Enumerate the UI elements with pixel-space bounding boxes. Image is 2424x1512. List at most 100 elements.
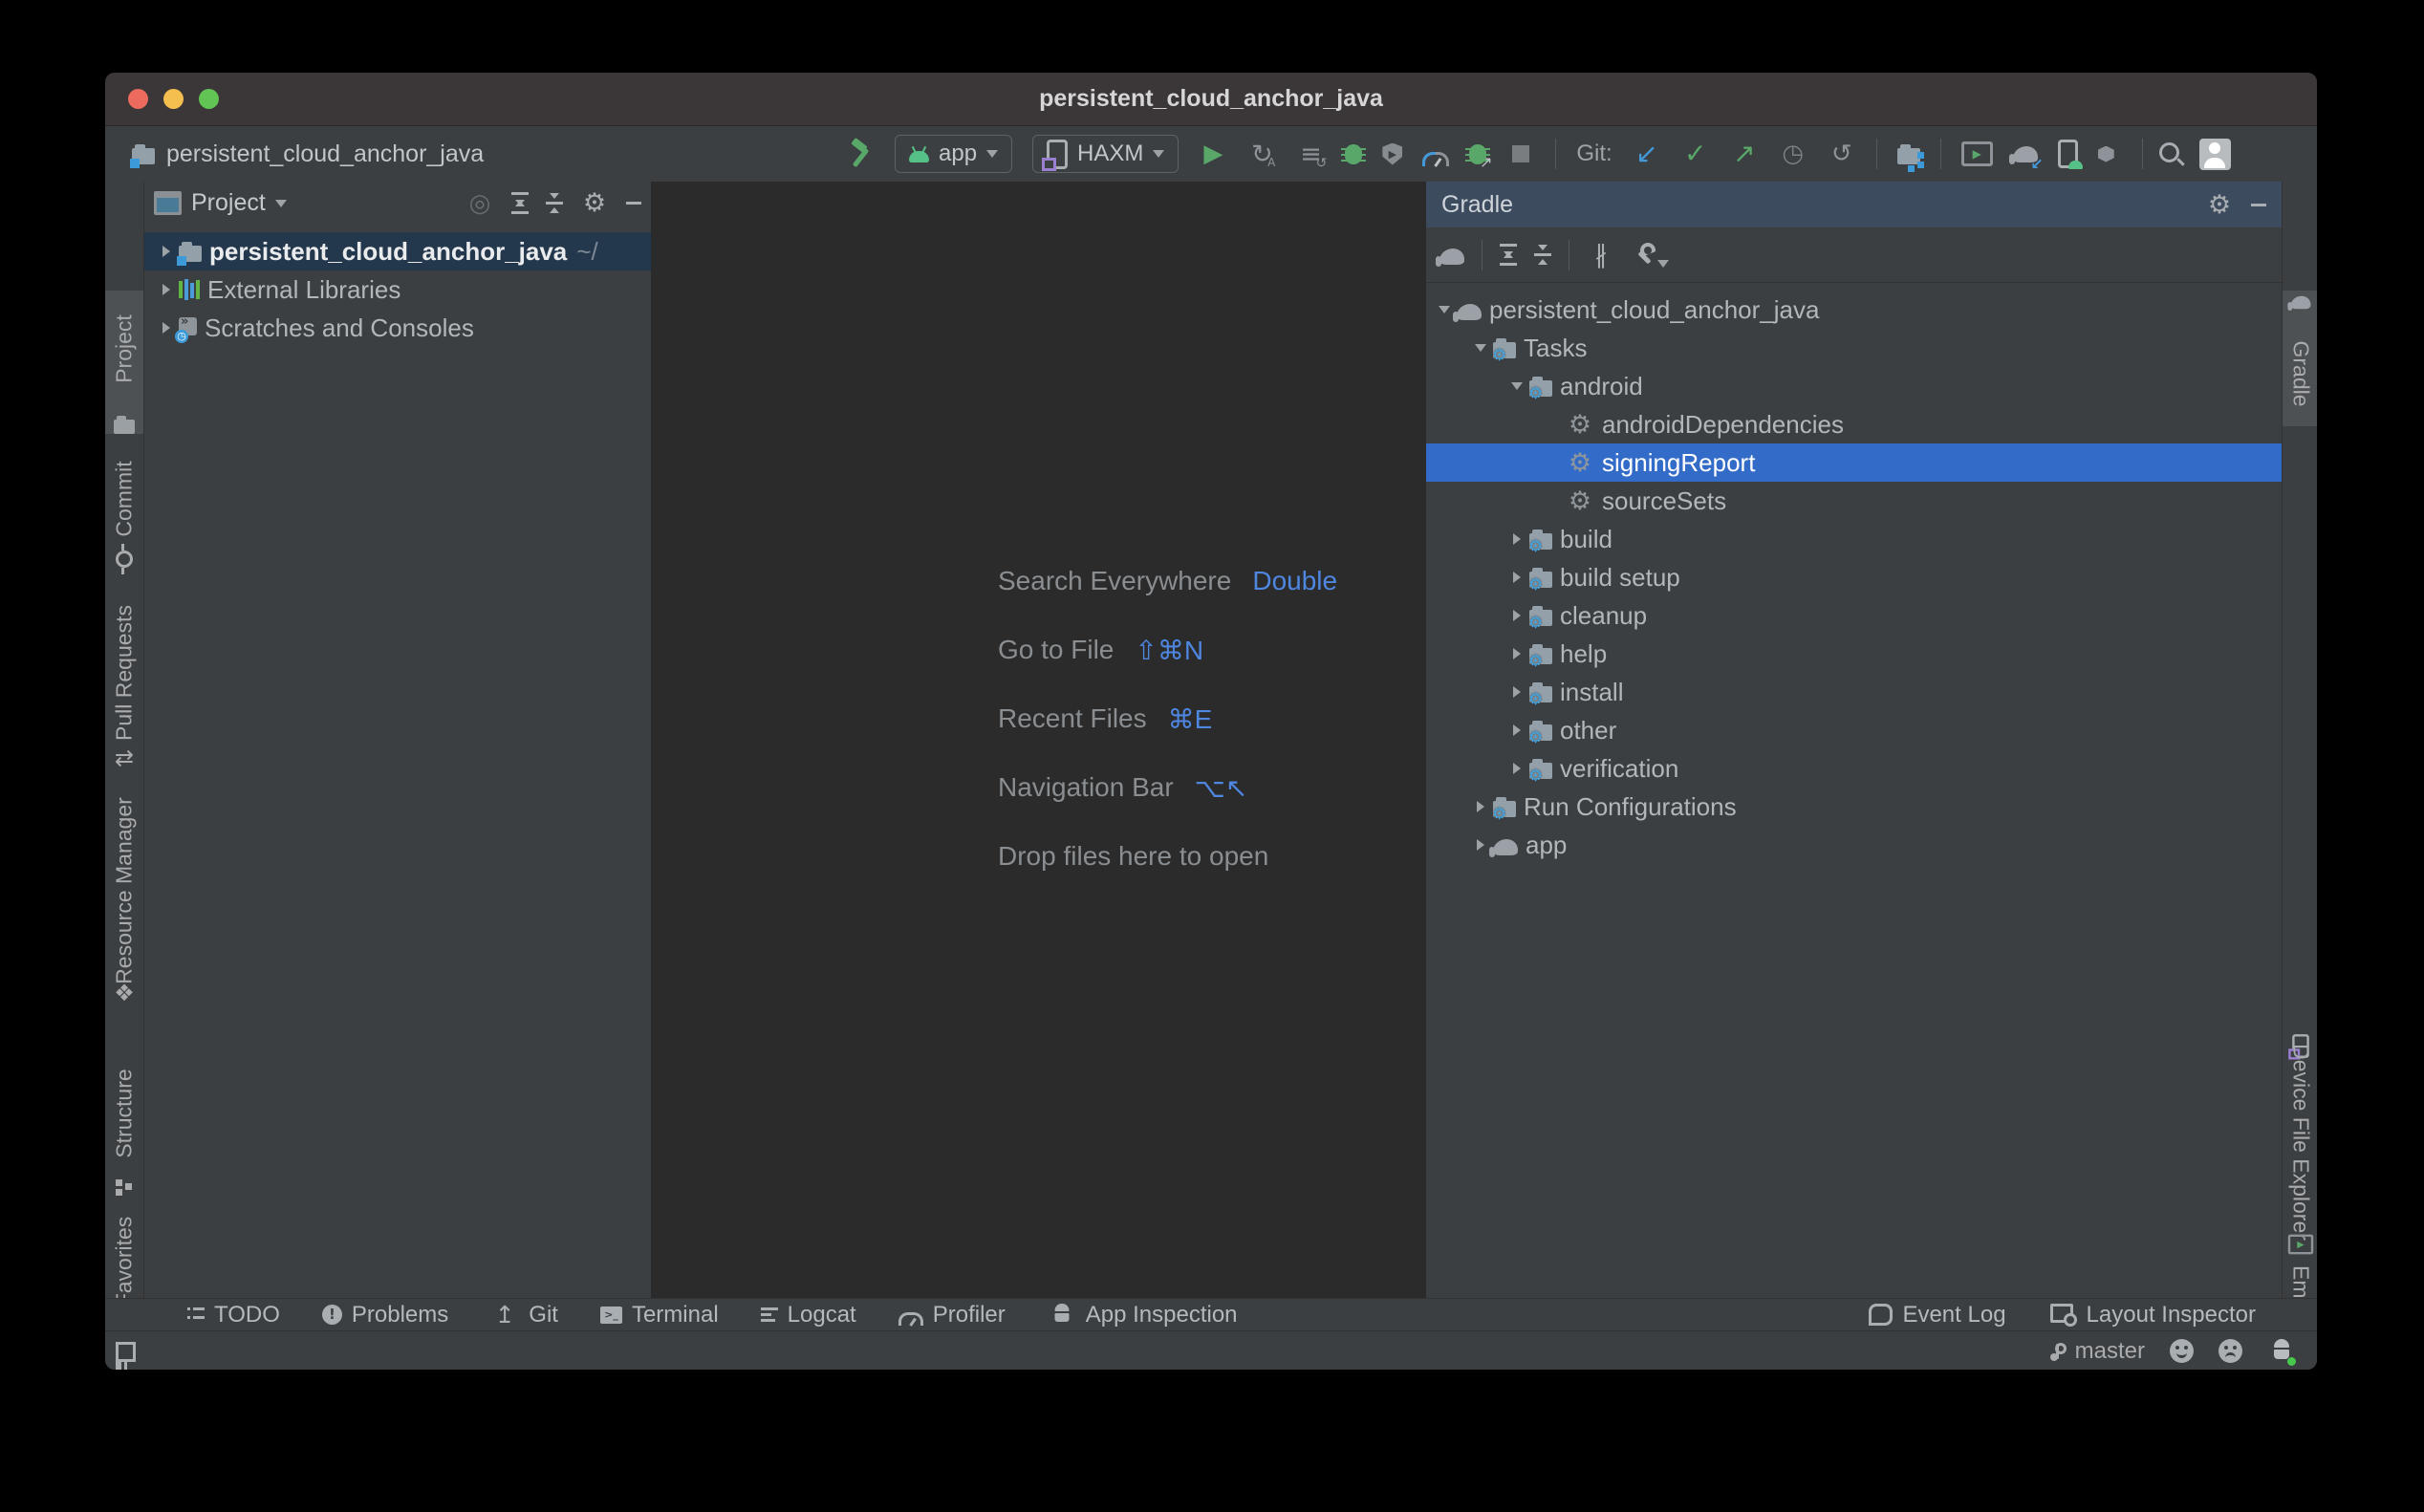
titlebar[interactable]: persistent_cloud_anchor_java xyxy=(105,73,2317,126)
tool-window-button-problems[interactable]: Problems xyxy=(322,1302,448,1328)
avatar-icon[interactable] xyxy=(2199,139,2231,170)
gradle-tree-row[interactable]: android xyxy=(1426,367,2282,405)
project-tree-row[interactable]: External Libraries xyxy=(144,270,651,309)
sync-elephant-icon[interactable] xyxy=(2013,146,2038,162)
device-manager-icon[interactable] xyxy=(2058,140,2078,168)
chevron-slot[interactable] xyxy=(1468,801,1493,812)
hammer-icon[interactable] xyxy=(846,140,875,168)
elephant-icon[interactable] xyxy=(1439,248,1464,265)
shortcut-row: Navigation Bar⌥↖ xyxy=(998,753,1337,822)
restart-icon[interactable] xyxy=(1247,140,1276,168)
project-panel-title[interactable]: Project xyxy=(191,189,266,217)
branch-name: master xyxy=(2075,1338,2145,1365)
editor-area[interactable]: Search EverywhereDoubleGo to File⇧⌘NRece… xyxy=(652,182,1425,1298)
gradle-tree-row[interactable]: verification xyxy=(1426,749,2282,788)
sidebar-tab-gradle[interactable]: Gradle xyxy=(2283,291,2317,426)
sidebar-tab-resource-manager[interactable]: Resource Manager xyxy=(105,801,143,1007)
chevron-slot[interactable] xyxy=(154,246,179,257)
chevron-slot[interactable] xyxy=(154,322,179,334)
sidebar-tab-commit[interactable]: Commit xyxy=(105,457,143,568)
collapse-all-icon[interactable] xyxy=(546,195,563,211)
sdk-icon[interactable] xyxy=(2098,146,2114,162)
gradle-tree-row[interactable]: other xyxy=(1426,711,2282,749)
run-window-icon[interactable] xyxy=(1961,141,1993,166)
project-tree-row[interactable]: persistent_cloud_anchor_java~/ xyxy=(144,232,651,270)
gauge-icon[interactable] xyxy=(1422,152,1449,166)
tool-window-button-logcat[interactable]: Logcat xyxy=(761,1302,856,1328)
gradle-tree-row[interactable]: Tasks xyxy=(1426,329,2282,367)
chevron-slot[interactable] xyxy=(154,284,179,295)
run-icon[interactable] xyxy=(1199,140,1227,168)
expand-all-icon[interactable] xyxy=(1500,244,1517,266)
tool-window-button-event-log[interactable]: Event Log xyxy=(1869,1302,2005,1328)
chevron-slot[interactable] xyxy=(1504,572,1529,583)
sidebar-tab-device-file-explorer[interactable]: Device File Explorer xyxy=(2283,1031,2317,1222)
feedback-sad-icon[interactable] xyxy=(2218,1339,2242,1363)
chevron-slot[interactable] xyxy=(1504,533,1529,545)
attach-bug-icon[interactable] xyxy=(1469,144,1486,164)
locate-icon[interactable] xyxy=(465,189,494,218)
apply-code-icon[interactable] xyxy=(1296,140,1325,168)
offline-icon[interactable] xyxy=(1587,241,1615,270)
feedback-happy-icon[interactable] xyxy=(2170,1339,2194,1363)
chevron-down-icon xyxy=(986,150,998,158)
gradle-settings-button[interactable] xyxy=(1633,243,1669,268)
gradle-tree-row[interactable]: signingReport xyxy=(1426,443,2282,482)
gradle-tree-row[interactable]: app xyxy=(1426,826,2282,864)
tool-window-button-terminal[interactable]: Terminal xyxy=(600,1302,719,1328)
chevron-slot[interactable] xyxy=(1504,763,1529,774)
rollback-icon[interactable] xyxy=(1828,140,1856,168)
gradle-tree-row[interactable]: sourceSets xyxy=(1426,482,2282,520)
main-content: Project Commit Pull Requests Resource Manag… xyxy=(105,182,2317,1298)
gradle-tree-row[interactable]: build xyxy=(1426,520,2282,558)
stop-icon[interactable] xyxy=(1506,140,1535,168)
run_config-dropdown[interactable]: app xyxy=(895,135,1012,173)
chevron-slot[interactable] xyxy=(1504,686,1529,698)
chevron-slot[interactable] xyxy=(1468,344,1493,352)
chevron-slot[interactable] xyxy=(1504,382,1529,390)
gradle-tree-row[interactable]: androidDependencies xyxy=(1426,405,2282,443)
chevron-slot[interactable] xyxy=(1504,610,1529,621)
settings-icon[interactable] xyxy=(580,189,609,218)
emulator-status-icon[interactable] xyxy=(2267,1337,2296,1366)
hide-icon[interactable] xyxy=(626,202,641,205)
project-tree-row[interactable]: Scratches and Consoles xyxy=(144,309,651,347)
hide-icon[interactable] xyxy=(2251,204,2266,206)
history-icon[interactable] xyxy=(1779,140,1807,168)
commit-check-icon[interactable] xyxy=(1681,140,1710,168)
sidebar-tab-structure[interactable]: Structure xyxy=(105,1059,143,1195)
gradle-tree-row[interactable]: persistent_cloud_anchor_java xyxy=(1426,291,2282,329)
git-branch-widget[interactable]: master xyxy=(2052,1338,2145,1365)
tool-window-switcher-icon[interactable] xyxy=(115,1342,136,1360)
sidebar-tab-pull-requests[interactable]: Pull Requests xyxy=(105,600,143,772)
gradle-tree-row[interactable]: Run Configurations xyxy=(1426,788,2282,826)
settings-icon[interactable] xyxy=(2205,190,2234,219)
tool-window-button-git[interactable]: Git xyxy=(490,1301,558,1329)
tool-window-button-app-inspection[interactable]: App Inspection xyxy=(1048,1301,1238,1329)
chevron-slot[interactable] xyxy=(1504,648,1529,659)
gradle-tree-row[interactable]: help xyxy=(1426,635,2282,673)
expand-all-icon[interactable] xyxy=(511,192,529,214)
bottom-tool-bar: TODO Problems Git Terminal Logcat Profiler App… xyxy=(105,1298,2317,1330)
tool-window-button-profiler[interactable]: Profiler xyxy=(898,1302,1006,1328)
breadcrumb[interactable]: persistent_cloud_anchor_java xyxy=(132,126,484,182)
elephant-icon xyxy=(1493,839,1518,855)
push-icon[interactable] xyxy=(1730,140,1759,168)
tool-window-button-layout-inspector[interactable]: Layout Inspector xyxy=(2050,1302,2256,1328)
task-gear-icon xyxy=(1566,486,1594,515)
gradle-tree-row[interactable]: install xyxy=(1426,673,2282,711)
gradle-tree-row[interactable]: cleanup xyxy=(1426,596,2282,635)
device-dropdown[interactable]: HAXM xyxy=(1032,135,1179,173)
search-icon[interactable] xyxy=(2159,142,2179,162)
chevron-down-icon[interactable] xyxy=(275,200,287,207)
folder-structure-icon[interactable] xyxy=(1897,148,1920,164)
collapse-all-icon[interactable] xyxy=(1534,247,1551,263)
tool-window-button-todo[interactable]: TODO xyxy=(187,1302,280,1328)
update-icon[interactable] xyxy=(1633,140,1661,168)
bug-icon[interactable] xyxy=(1345,144,1362,164)
gradle-tree-row[interactable]: build setup xyxy=(1426,558,2282,596)
tree-item-label: External Libraries xyxy=(207,275,400,305)
chevron-slot[interactable] xyxy=(1504,724,1529,736)
shield-run-icon[interactable] xyxy=(1382,143,1402,165)
sidebar-tab-project[interactable]: Project xyxy=(105,291,143,434)
